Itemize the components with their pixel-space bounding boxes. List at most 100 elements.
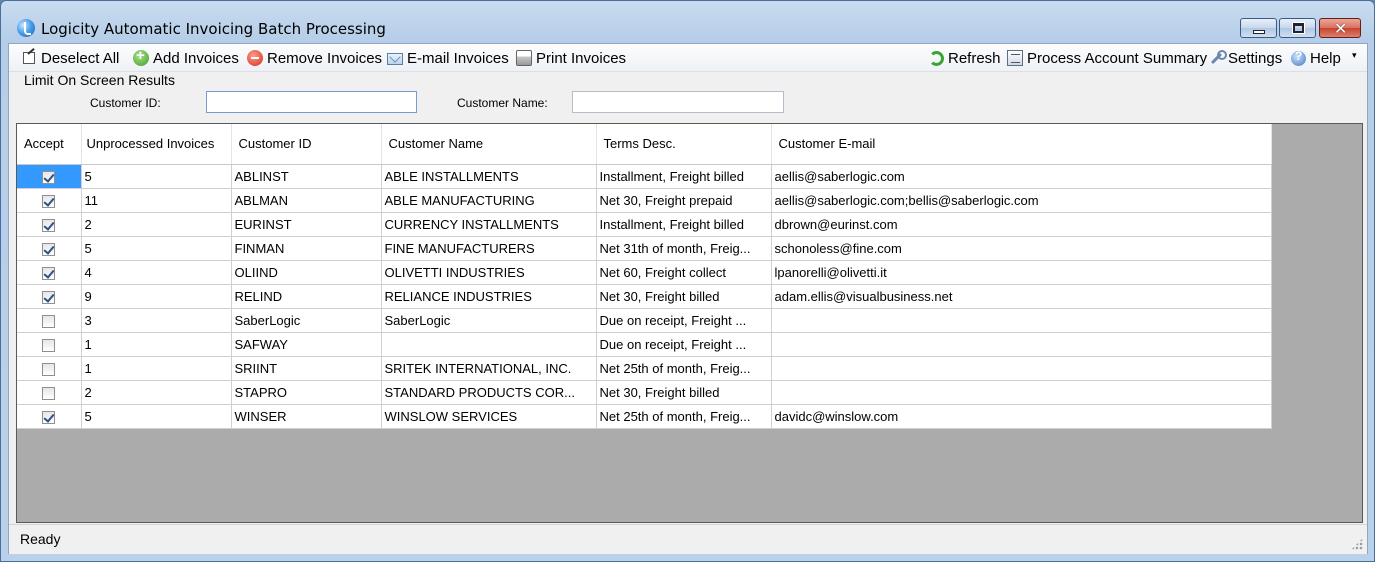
cell-accept[interactable] xyxy=(17,404,82,429)
column-header-terms-desc[interactable]: Terms Desc. xyxy=(596,124,772,165)
cell-customer-name[interactable]: FINE MANUFACTURERS xyxy=(381,236,597,261)
customer-id-input[interactable] xyxy=(206,91,417,113)
cell-terms[interactable]: Net 30, Freight prepaid xyxy=(596,188,772,213)
column-header-unprocessed-invoices[interactable]: Unprocessed Invoices xyxy=(81,124,232,165)
cell-unprocessed-invoices[interactable]: 1 xyxy=(81,332,232,357)
table-row[interactable]: 5 FINMAN FINE MANUFACTURERS Net 31th of mon… xyxy=(17,236,1272,261)
cell-unprocessed-invoices[interactable]: 3 xyxy=(81,308,232,333)
cell-customer-name[interactable]: STANDARD PRODUCTS COR... xyxy=(381,380,597,405)
cell-terms[interactable]: Due on receipt, Freight ... xyxy=(596,308,772,333)
cell-email[interactable]: davidc@winslow.com xyxy=(771,404,1272,429)
cell-customer-id[interactable]: STAPRO xyxy=(231,380,382,405)
table-row[interactable]: 1 SRIINT SRITEK INTERNATIONAL, INC. Net 25t… xyxy=(17,356,1272,381)
add-invoices-button[interactable]: Add Invoices xyxy=(133,47,239,68)
table-row[interactable]: 5 WINSER WINSLOW SERVICES Net 25th of month… xyxy=(17,404,1272,429)
accept-checkbox[interactable] xyxy=(42,242,56,256)
cell-customer-id[interactable]: OLIIND xyxy=(231,260,382,285)
cell-customer-name[interactable]: OLIVETTI INDUSTRIES xyxy=(381,260,597,285)
cell-accept[interactable] xyxy=(17,164,82,189)
settings-button[interactable]: Settings xyxy=(1208,48,1282,68)
cell-accept[interactable] xyxy=(17,260,82,285)
customer-name-input[interactable] xyxy=(572,91,784,113)
email-invoices-button[interactable]: E-mail Invoices xyxy=(387,48,509,68)
cell-customer-id[interactable]: ABLINST xyxy=(231,164,382,189)
cell-email[interactable]: dbrown@eurinst.com xyxy=(771,212,1272,237)
toolbar-overflow-icon[interactable]: ▾ xyxy=(1352,50,1357,61)
accept-checkbox[interactable] xyxy=(42,266,56,280)
cell-accept[interactable] xyxy=(17,308,82,333)
cell-accept[interactable] xyxy=(17,380,82,405)
cell-customer-id[interactable]: RELIND xyxy=(231,284,382,309)
cell-customer-id[interactable]: ABLMAN xyxy=(231,188,382,213)
cell-customer-name[interactable]: WINSLOW SERVICES xyxy=(381,404,597,429)
cell-unprocessed-invoices[interactable]: 11 xyxy=(81,188,232,213)
table-row[interactable]: 2 STAPRO STANDARD PRODUCTS COR... Net 30, F… xyxy=(17,380,1272,405)
accept-checkbox[interactable] xyxy=(42,314,56,328)
cell-terms[interactable]: Installment, Freight billed xyxy=(596,164,772,189)
cell-accept[interactable] xyxy=(17,188,82,213)
table-row[interactable]: 2 EURINST CURRENCY INSTALLMENTS Installment… xyxy=(17,212,1272,237)
cell-unprocessed-invoices[interactable]: 1 xyxy=(81,356,232,381)
cell-accept[interactable] xyxy=(17,284,82,309)
cell-terms[interactable]: Net 30, Freight billed xyxy=(596,284,772,309)
cell-unprocessed-invoices[interactable]: 2 xyxy=(81,212,232,237)
column-header-customer-email[interactable]: Customer E-mail xyxy=(771,124,1272,165)
column-header-customer-id[interactable]: Customer ID xyxy=(231,124,382,165)
cell-unprocessed-invoices[interactable]: 5 xyxy=(81,404,232,429)
cell-terms[interactable]: Net 30, Freight billed xyxy=(596,380,772,405)
table-row[interactable]: 9 RELIND RELIANCE INDUSTRIES Net 30, Freigh… xyxy=(17,284,1272,309)
accept-checkbox[interactable] xyxy=(42,218,56,232)
table-row[interactable]: 3 SaberLogic SaberLogic Due on receipt, Fre… xyxy=(17,308,1272,333)
cell-terms[interactable]: Net 60, Freight collect xyxy=(596,260,772,285)
cell-unprocessed-invoices[interactable]: 5 xyxy=(81,164,232,189)
customers-grid[interactable]: Accept Unprocessed Invoices Customer ID … xyxy=(16,123,1363,523)
accept-checkbox[interactable] xyxy=(42,170,56,184)
cell-customer-id[interactable]: SAFWAY xyxy=(231,332,382,357)
table-row[interactable]: 11 ABLMAN ABLE MANUFACTURING Net 30, Freigh… xyxy=(17,188,1272,213)
cell-email[interactable]: aellis@saberlogic.com xyxy=(771,164,1272,189)
cell-accept[interactable] xyxy=(17,332,82,357)
cell-customer-id[interactable]: SRIINT xyxy=(231,356,382,381)
cell-unprocessed-invoices[interactable]: 5 xyxy=(81,236,232,261)
cell-terms[interactable]: Net 25th of month, Freig... xyxy=(596,404,772,429)
maximize-button[interactable] xyxy=(1279,18,1316,38)
title-bar[interactable]: Logicity Automatic Invoicing Batch Proce… xyxy=(1,1,1374,41)
accept-checkbox[interactable] xyxy=(42,338,56,352)
close-button[interactable]: ✕ xyxy=(1319,18,1361,38)
refresh-button[interactable]: Refresh xyxy=(929,48,1001,68)
process-account-summary-button[interactable]: Process Account Summary xyxy=(1007,48,1207,68)
help-button[interactable]: Help xyxy=(1291,48,1341,68)
table-row[interactable]: 1 SAFWAY Due on receipt, Freight ... xyxy=(17,332,1272,357)
accept-checkbox[interactable] xyxy=(42,290,56,304)
accept-checkbox[interactable] xyxy=(42,362,56,376)
cell-unprocessed-invoices[interactable]: 9 xyxy=(81,284,232,309)
cell-unprocessed-invoices[interactable]: 4 xyxy=(81,260,232,285)
cell-email[interactable]: aellis@saberlogic.com;bellis@saberlogic.… xyxy=(771,188,1272,213)
cell-email[interactable] xyxy=(771,308,1272,333)
cell-accept[interactable] xyxy=(17,212,82,237)
cell-email[interactable] xyxy=(771,380,1272,405)
print-invoices-button[interactable]: Print Invoices xyxy=(516,48,626,68)
remove-invoices-button[interactable]: Remove Invoices xyxy=(247,48,382,68)
cell-customer-id[interactable]: WINSER xyxy=(231,404,382,429)
cell-customer-name[interactable]: SaberLogic xyxy=(381,308,597,333)
cell-customer-name[interactable]: RELIANCE INDUSTRIES xyxy=(381,284,597,309)
cell-customer-id[interactable]: SaberLogic xyxy=(231,308,382,333)
accept-checkbox[interactable] xyxy=(42,386,56,400)
cell-accept[interactable] xyxy=(17,236,82,261)
cell-customer-id[interactable]: EURINST xyxy=(231,212,382,237)
cell-customer-id[interactable]: FINMAN xyxy=(231,236,382,261)
cell-accept[interactable] xyxy=(17,356,82,381)
accept-checkbox[interactable] xyxy=(42,410,56,424)
cell-customer-name[interactable]: ABLE MANUFACTURING xyxy=(381,188,597,213)
cell-terms[interactable]: Net 25th of month, Freig... xyxy=(596,356,772,381)
table-row[interactable]: 4 OLIIND OLIVETTI INDUSTRIES Net 60, Freigh… xyxy=(17,260,1272,285)
cell-customer-name[interactable]: ABLE INSTALLMENTS xyxy=(381,164,597,189)
resize-grip-icon[interactable] xyxy=(1351,538,1363,550)
cell-email[interactable] xyxy=(771,332,1272,357)
cell-email[interactable]: adam.ellis@visualbusiness.net xyxy=(771,284,1272,309)
cell-terms[interactable]: Due on receipt, Freight ... xyxy=(596,332,772,357)
cell-customer-name[interactable]: CURRENCY INSTALLMENTS xyxy=(381,212,597,237)
deselect-all-button[interactable]: Deselect All xyxy=(23,48,119,68)
table-row[interactable]: 5 ABLINST ABLE INSTALLMENTS Installment, Fr… xyxy=(17,164,1272,189)
